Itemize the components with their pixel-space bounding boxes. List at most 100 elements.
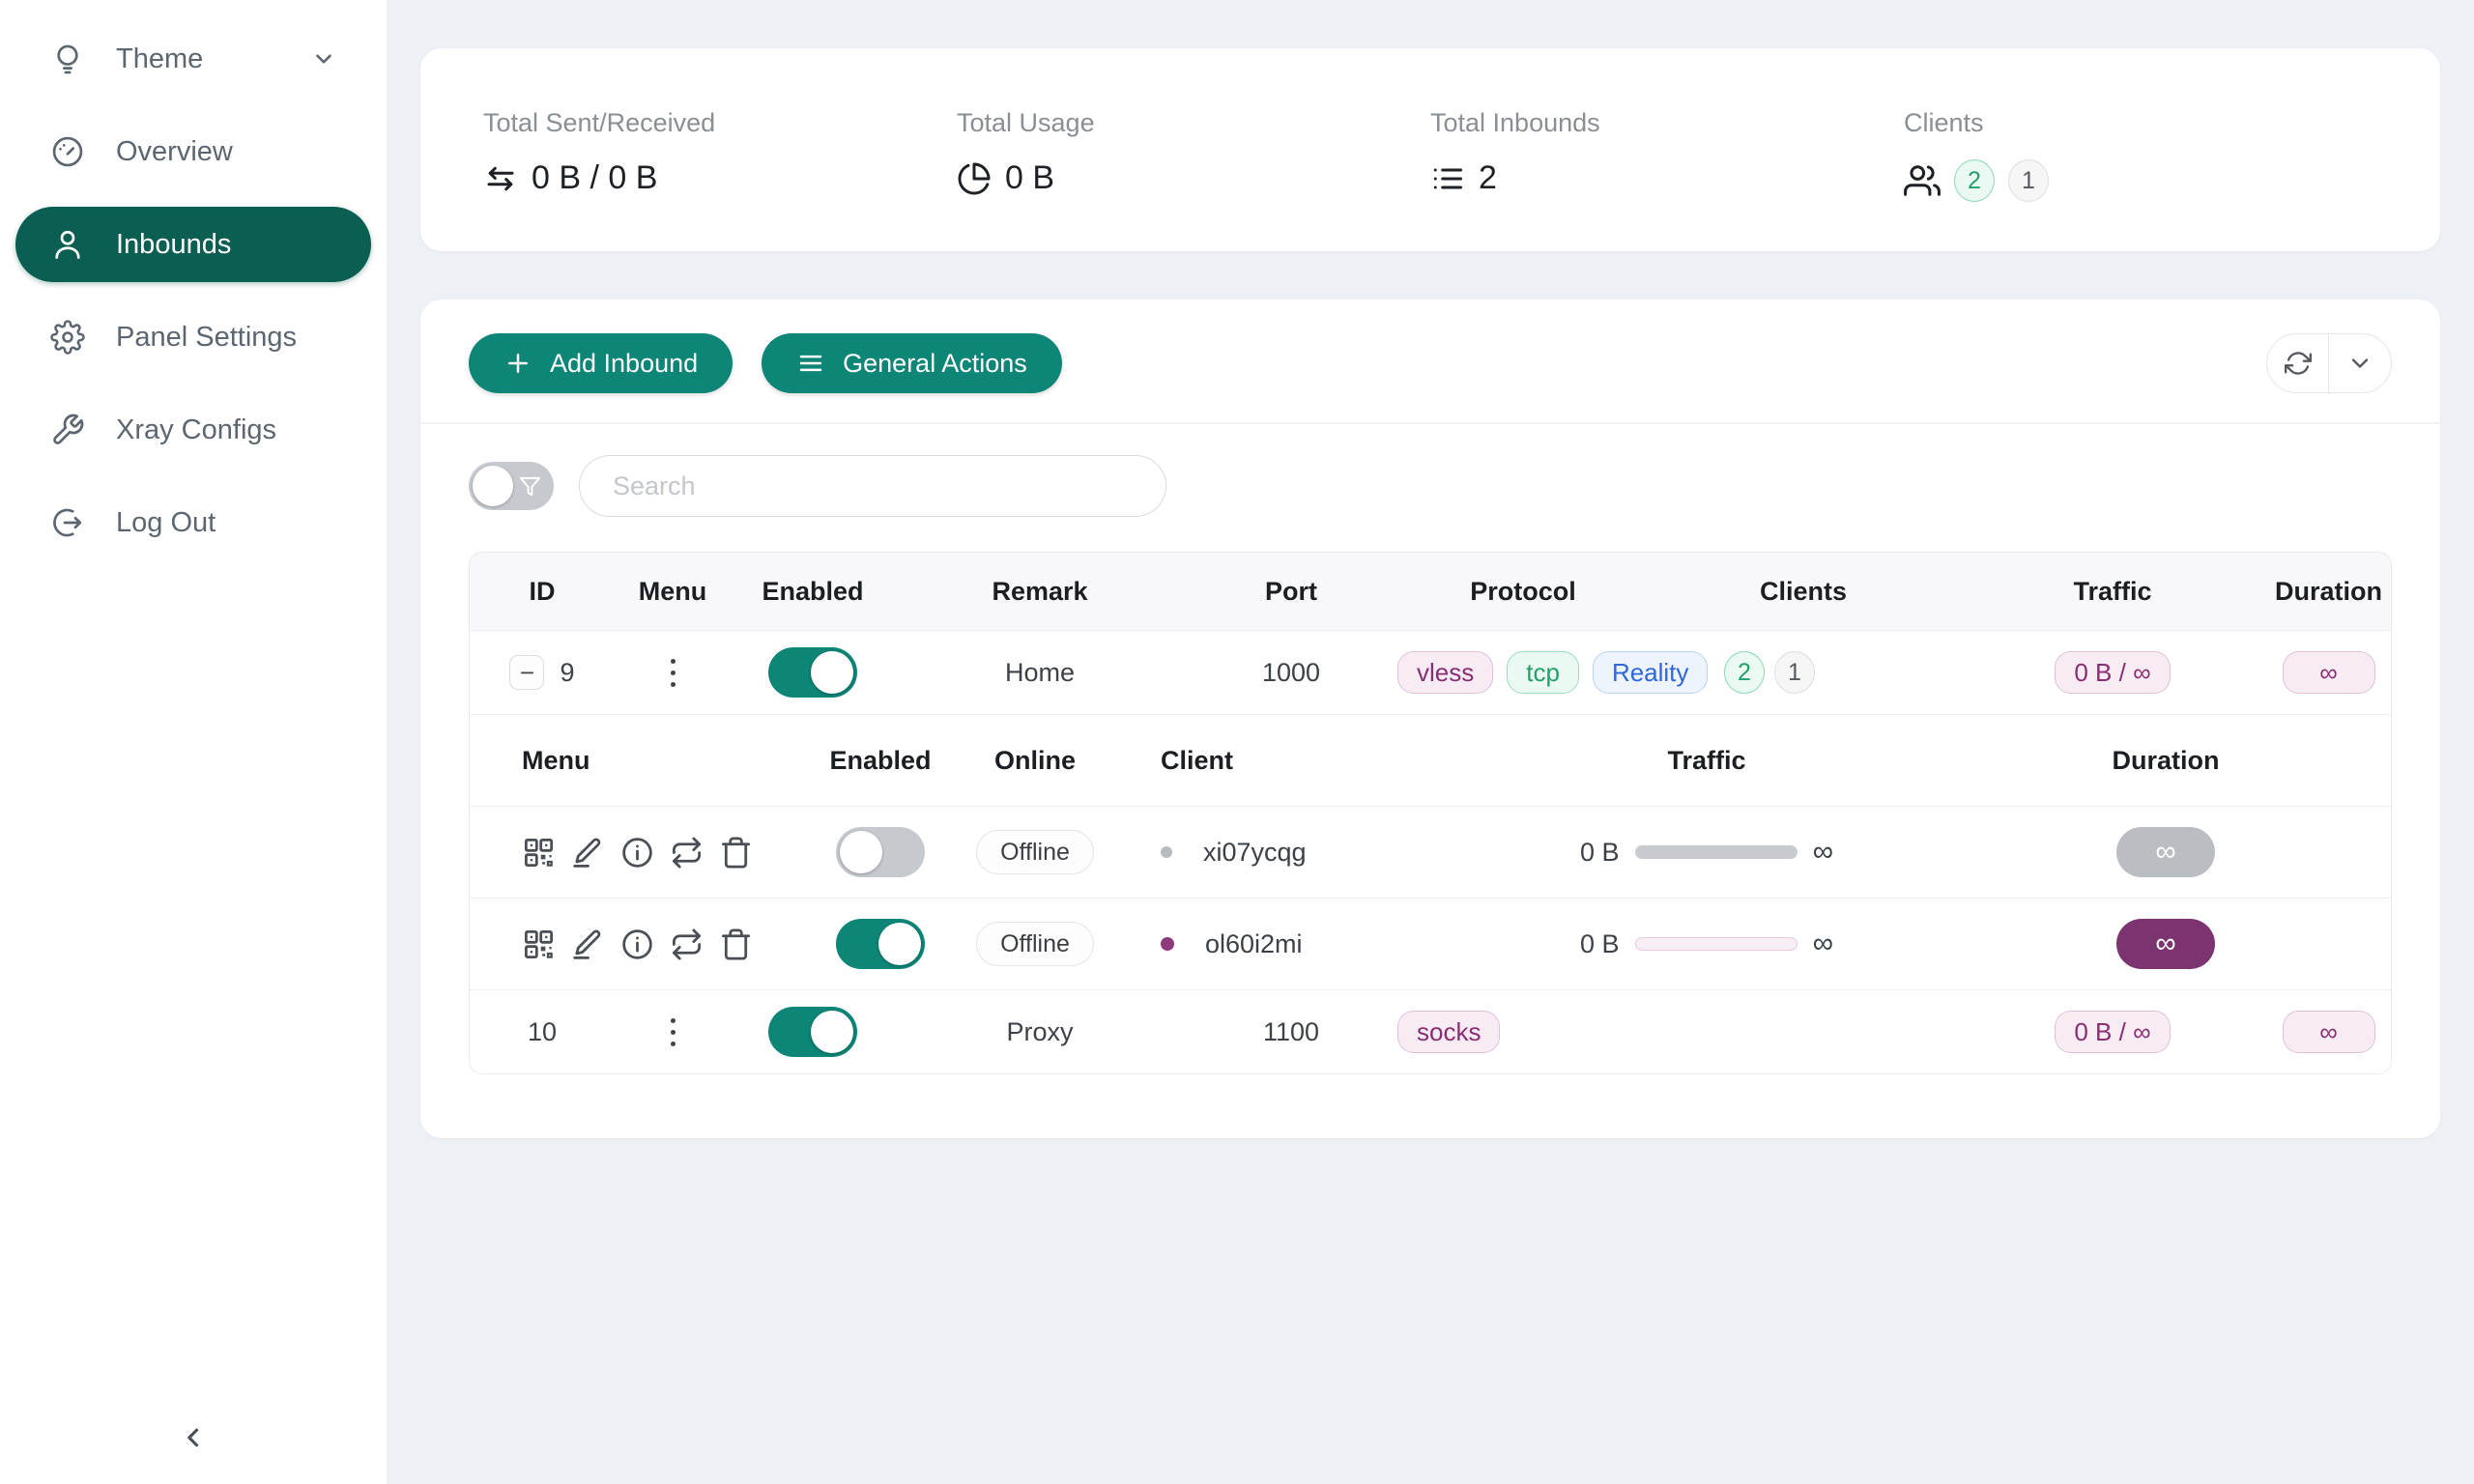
row-menu-button[interactable] <box>665 653 681 693</box>
info-icon[interactable] <box>620 836 654 870</box>
col-header-menu: Menu <box>615 553 731 630</box>
filter-toggle[interactable] <box>469 462 554 510</box>
sidebar-collapse-button[interactable] <box>0 1421 387 1459</box>
inbound-enabled-toggle[interactable] <box>768 647 857 698</box>
toolbar: Add Inbound General Actions <box>420 300 2440 422</box>
client-status-dot <box>1161 846 1172 858</box>
refresh-button[interactable] <box>2267 334 2329 392</box>
traffic-pill: 0 B / ∞ <box>2055 651 2170 694</box>
funnel-icon <box>519 475 541 498</box>
traffic-progress-bar <box>1635 937 1798 951</box>
protocol-tag-socks: socks <box>1397 1011 1500 1053</box>
sidebar-item-log-out[interactable]: Log Out <box>15 485 371 560</box>
traffic-used: 0 B <box>1580 838 1620 868</box>
row-clients-deactive-badge: 1 <box>1774 651 1815 694</box>
sidebar-item-label: Theme <box>116 43 203 75</box>
stat-label: Total Inbounds <box>1430 108 1904 138</box>
edit-pencil-icon[interactable] <box>571 928 605 961</box>
chevron-left-icon <box>177 1421 210 1459</box>
trash-icon[interactable] <box>719 836 753 870</box>
row-menu-button[interactable] <box>665 1013 681 1052</box>
infinity-symbol: ∞ <box>1813 928 1833 960</box>
stat-clients: Clients 2 1 <box>1904 108 2377 251</box>
subcol-header-duration: Duration <box>2021 715 2311 806</box>
stat-total-inbounds: Total Inbounds 2 <box>1430 108 1904 251</box>
qr-code-icon[interactable] <box>522 836 556 870</box>
sidebar-item-label: Panel Settings <box>116 322 297 354</box>
client-name: xi07ycqg <box>1203 838 1307 868</box>
client-status-dot <box>1161 937 1174 951</box>
client-duration-button[interactable]: ∞ <box>2116 919 2215 969</box>
subcol-header-traffic: Traffic <box>1393 715 2021 806</box>
add-inbound-label: Add Inbound <box>550 349 698 379</box>
logout-icon <box>50 505 85 540</box>
info-icon[interactable] <box>620 928 654 961</box>
protocol-tag-tcp: tcp <box>1507 651 1579 694</box>
search-input[interactable] <box>579 455 1166 517</box>
client-enabled-toggle[interactable] <box>836 919 925 969</box>
inbound-enabled-toggle[interactable] <box>768 1007 857 1057</box>
stat-total-usage: Total Usage 0 B <box>957 108 1430 251</box>
general-actions-label: General Actions <box>843 349 1027 379</box>
chevron-down-icon <box>311 46 336 71</box>
person-icon <box>50 227 85 262</box>
gauge-icon <box>50 134 85 169</box>
col-header-traffic: Traffic <box>1958 553 2267 630</box>
inbound-id: 9 <box>560 658 574 688</box>
row-clients-online-badge: 2 <box>1724 651 1765 694</box>
duration-pill[interactable]: ∞ <box>2283 651 2375 694</box>
stat-label: Total Sent/Received <box>483 108 957 138</box>
stat-value: 0 B <box>1005 159 1054 197</box>
client-enabled-toggle[interactable] <box>836 827 925 877</box>
collapse-row-button[interactable]: − <box>509 655 544 690</box>
subcol-header-menu: Menu <box>470 715 798 806</box>
online-status-pill: Offline <box>976 830 1094 874</box>
qr-code-icon[interactable] <box>522 928 556 961</box>
sidebar-item-xray-configs[interactable]: Xray Configs <box>15 392 371 468</box>
table-row-inbound-9: − 9 Home 1000 vless tcp Reality 2 <box>470 630 2391 714</box>
stat-value: 2 <box>1479 159 1497 197</box>
sidebar-item-panel-settings[interactable]: Panel Settings <box>15 300 371 375</box>
clients-online-badge: 2 <box>1954 159 1995 202</box>
general-actions-button[interactable]: General Actions <box>762 333 1062 393</box>
client-duration-button[interactable]: ∞ <box>2116 827 2215 877</box>
table-row-inbound-10: 10 Proxy 1100 socks 0 B / ∞ ∞ <box>470 989 2391 1073</box>
clients-deactive-badge: 1 <box>2008 159 2049 202</box>
inbounds-table: ID Menu Enabled Remark Port Protocol Cli… <box>469 552 2392 1074</box>
stats-card: Total Sent/Received 0 B / 0 B Total Usag… <box>420 48 2440 251</box>
add-inbound-button[interactable]: Add Inbound <box>469 333 733 393</box>
auto-refresh-dropdown-button[interactable] <box>2329 334 2391 392</box>
protocol-tag-vless: vless <box>1397 651 1493 694</box>
trash-icon[interactable] <box>719 928 753 961</box>
client-name: ol60i2mi <box>1205 929 1303 959</box>
col-header-remark: Remark <box>895 553 1185 630</box>
client-row-xi07ycqg: Offline xi07ycqg 0 B ∞ ∞ <box>470 806 2391 898</box>
sidebar-item-overview[interactable]: Overview <box>15 114 371 189</box>
inbound-port: 1100 <box>1185 990 1397 1073</box>
inbound-remark: Home <box>895 631 1185 714</box>
refresh-icon <box>2285 350 2312 377</box>
stat-total-sent-received: Total Sent/Received 0 B / 0 B <box>483 108 957 251</box>
stat-label: Total Usage <box>957 108 1430 138</box>
col-header-port: Port <box>1185 553 1397 630</box>
online-status-pill: Offline <box>976 922 1094 966</box>
clients-subtable-header: Menu Enabled Online Client Traffic Durat… <box>470 714 2391 806</box>
reset-traffic-icon[interactable] <box>670 836 704 870</box>
col-header-protocol: Protocol <box>1397 553 1649 630</box>
client-row-ol60i2mi: Offline ol60i2mi 0 B ∞ ∞ <box>470 898 2391 989</box>
reset-traffic-icon[interactable] <box>670 928 704 961</box>
sidebar-item-label: Inbounds <box>116 229 231 261</box>
table-header-row: ID Menu Enabled Remark Port Protocol Cli… <box>470 553 2391 630</box>
col-header-clients: Clients <box>1649 553 1958 630</box>
edit-pencil-icon[interactable] <box>571 836 605 870</box>
pie-chart-icon <box>957 161 992 196</box>
sidebar-item-theme[interactable]: Theme <box>15 21 371 97</box>
duration-pill[interactable]: ∞ <box>2283 1011 2375 1053</box>
stat-label: Clients <box>1904 108 2377 138</box>
sidebar-item-inbounds[interactable]: Inbounds <box>15 207 371 282</box>
subcol-header-client: Client <box>1108 715 1393 806</box>
list-icon <box>1430 161 1465 196</box>
main-content: Total Sent/Received 0 B / 0 B Total Usag… <box>387 0 2474 1484</box>
traffic-used: 0 B <box>1580 929 1620 959</box>
subcol-header-enabled: Enabled <box>798 715 963 806</box>
